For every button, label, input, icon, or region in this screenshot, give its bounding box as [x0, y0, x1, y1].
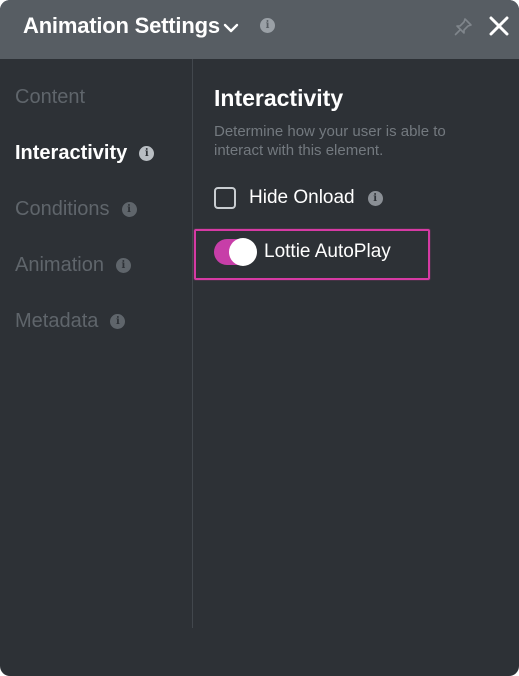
sidebar-item-label: Conditions — [15, 197, 110, 220]
hide-onload-row: Hide Onload i — [214, 186, 383, 210]
section-title: Interactivity — [214, 85, 344, 111]
info-icon[interactable]: i — [139, 145, 155, 161]
info-icon[interactable]: i — [115, 257, 131, 273]
panel-header: Animation Settings i — [0, 0, 519, 59]
toggle-knob — [229, 238, 257, 266]
lottie-autoplay-label[interactable]: Lottie AutoPlay — [264, 241, 391, 263]
panel-title: Animation Settings — [23, 13, 220, 38]
animation-settings-panel: Animation Settings i Content Interactivi… — [0, 0, 519, 676]
sidebar-item-interactivity[interactable]: Interactivity i — [15, 138, 155, 168]
chevron-down-icon[interactable] — [222, 19, 240, 37]
info-icon[interactable]: i — [367, 190, 383, 206]
sidebar-item-label: Interactivity — [15, 141, 128, 164]
close-icon[interactable] — [487, 14, 511, 38]
sidebar-item-label: Content — [15, 85, 86, 108]
sidebar-divider — [192, 59, 193, 628]
sidebar-item-animation[interactable]: Animation i — [15, 250, 131, 280]
info-icon[interactable]: i — [110, 313, 126, 329]
lottie-autoplay-toggle[interactable] — [214, 238, 257, 266]
sidebar-item-content[interactable]: Content — [15, 82, 85, 112]
section-description: Determine how your user is able to inter… — [214, 123, 446, 159]
pin-icon[interactable] — [452, 16, 474, 38]
hide-onload-checkbox[interactable] — [214, 187, 236, 209]
lottie-autoplay-highlight: Lottie AutoPlay — [194, 229, 430, 280]
sidebar-item-label: Animation — [15, 253, 104, 276]
info-icon[interactable]: i — [260, 18, 275, 33]
hide-onload-label[interactable]: Hide Onload — [249, 187, 355, 209]
sidebar-item-metadata[interactable]: Metadata i — [15, 306, 126, 336]
sidebar-item-label: Metadata — [15, 309, 99, 332]
info-icon[interactable]: i — [121, 201, 137, 217]
settings-sidebar: Content Interactivity i Conditions i Ani… — [0, 59, 192, 629]
sidebar-item-conditions[interactable]: Conditions i — [15, 194, 137, 224]
